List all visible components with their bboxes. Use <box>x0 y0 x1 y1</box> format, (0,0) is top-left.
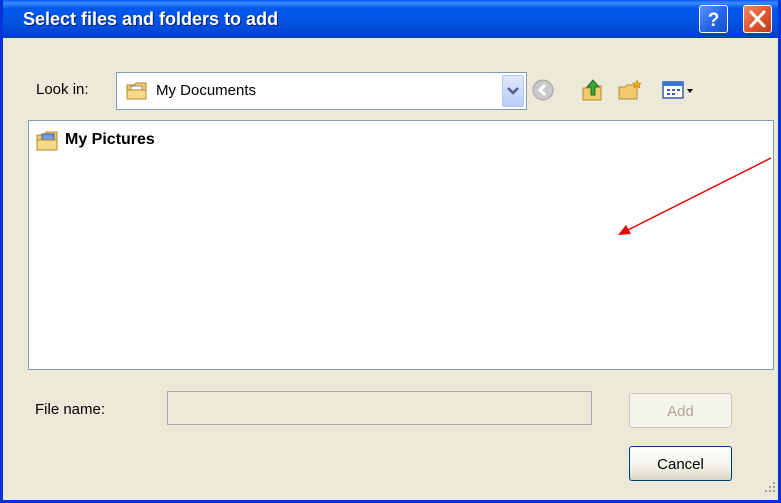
chevron-down-icon[interactable] <box>502 75 524 107</box>
file-name-input[interactable] <box>167 391 592 425</box>
resize-grip-icon[interactable] <box>764 480 776 498</box>
dialog-body: Look in: My Documents My Pictures File n… <box>3 38 778 500</box>
close-button[interactable] <box>743 5 772 33</box>
dialog-window: Select files and folders to add ? Look i… <box>0 0 781 503</box>
look-in-label: Look in: <box>36 81 89 98</box>
new-folder-icon[interactable] <box>617 78 643 107</box>
close-icon <box>749 10 766 28</box>
look-in-value: My Documents <box>156 82 257 99</box>
look-in-combobox[interactable]: My Documents <box>116 72 527 110</box>
up-folder-icon[interactable] <box>581 78 605 107</box>
file-list[interactable]: My Pictures <box>28 120 774 370</box>
pictures-folder-icon <box>35 129 61 158</box>
help-icon: ? <box>708 10 720 31</box>
help-button[interactable]: ? <box>699 5 728 33</box>
title-bar[interactable]: Select files and folders to add ? <box>3 0 778 38</box>
window-title: Select files and folders to add <box>23 9 279 29</box>
view-menu-icon[interactable] <box>661 78 695 107</box>
list-item-label: My Pictures <box>65 131 155 148</box>
file-name-label: File name: <box>35 401 106 418</box>
help-glyph: ? <box>708 10 720 31</box>
back-icon[interactable] <box>531 78 555 107</box>
documents-folder-icon <box>125 80 149 107</box>
cancel-button[interactable]: Cancel <box>629 446 732 481</box>
add-button[interactable]: Add <box>629 393 732 428</box>
